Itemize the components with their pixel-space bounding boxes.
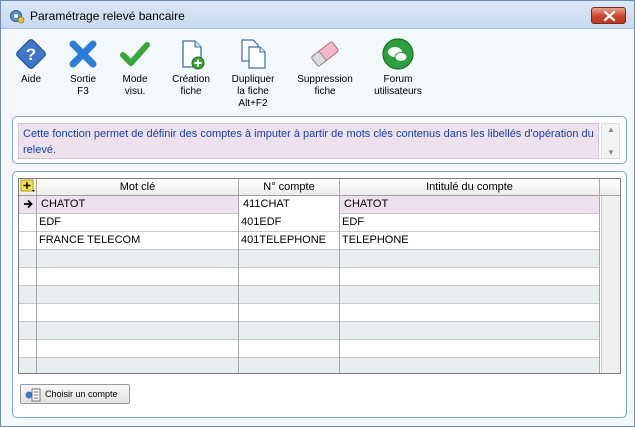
empty-row[interactable]: [19, 358, 600, 373]
account-label-cell[interactable]: TELEPHONE: [340, 232, 600, 250]
scroll-up-icon[interactable]: ▲: [607, 125, 615, 134]
view-mode-button[interactable]: Mode visu.: [113, 37, 157, 98]
info-scrollbar[interactable]: ▲ ▼: [601, 123, 620, 159]
gear-icon: [10, 10, 25, 24]
eraser-icon: [311, 41, 339, 67]
close-button[interactable]: [591, 7, 626, 24]
add-row-button[interactable]: [19, 179, 37, 196]
add-row-icon: [20, 179, 35, 192]
table-row[interactable]: EDF 401EDF EDF: [19, 214, 600, 232]
delete-record-button[interactable]: Suppression fiche: [293, 37, 357, 98]
account-label-cell[interactable]: CHATOT: [340, 196, 600, 214]
forum-label: Forum utilisateurs: [374, 74, 422, 97]
exit-button[interactable]: Sortie F3: [61, 37, 105, 98]
exit-label: Sortie F3: [69, 74, 97, 97]
keyword-table[interactable]: Mot clé N° compte Intitulé du compte CHA…: [18, 178, 621, 374]
choose-account-button[interactable]: Choisir un compte: [20, 384, 130, 404]
forum-button[interactable]: Forum utilisateurs: [367, 37, 429, 98]
empty-row[interactable]: [19, 322, 600, 340]
close-icon: [603, 10, 616, 22]
row-indicator: [19, 214, 37, 232]
svg-text:?: ?: [26, 45, 36, 64]
column-header-account[interactable]: N° compte: [239, 179, 340, 196]
duplicate-record-button[interactable]: Dupliquer la fiche Alt+F2: [225, 37, 281, 110]
account-label-cell[interactable]: EDF: [340, 214, 600, 232]
main-window: Paramétrage relevé bancaire ? Aide Sorti…: [0, 0, 635, 427]
help-button[interactable]: ? Aide: [9, 37, 53, 86]
checkmark-icon: [120, 42, 150, 66]
choose-account-label: Choisir un compte: [45, 389, 118, 399]
account-cell[interactable]: 411CHAT: [239, 196, 340, 214]
keyword-cell[interactable]: CHATOT: [37, 196, 239, 214]
account-cell[interactable]: 401EDF: [239, 214, 340, 232]
table-header: Mot clé N° compte Intitulé du compte: [19, 179, 620, 196]
info-text: Cette fonction permet de définir des com…: [18, 123, 599, 159]
keyword-cell[interactable]: FRANCE TELECOM: [37, 232, 239, 250]
view-mode-label: Mode visu.: [122, 74, 148, 97]
new-document-icon: [182, 40, 205, 70]
delete-record-label: Suppression fiche: [297, 74, 353, 97]
empty-row[interactable]: [19, 304, 600, 322]
empty-row[interactable]: [19, 250, 600, 268]
toolbar: ? Aide Sortie F3 Mode visu. Création fic…: [1, 31, 634, 115]
grid-panel: Mot clé N° compte Intitulé du compte CHA…: [12, 171, 627, 418]
arrow-right-icon: [24, 199, 33, 209]
row-indicator: [19, 196, 37, 214]
column-header-account-label[interactable]: Intitulé du compte: [340, 179, 600, 196]
account-cell[interactable]: 401TELEPHONE: [239, 232, 340, 250]
duplicate-icon: [241, 39, 266, 69]
scroll-down-icon[interactable]: ▼: [607, 148, 615, 157]
help-icon: ?: [16, 39, 46, 69]
create-record-button[interactable]: Création fiche: [167, 37, 215, 98]
table-row[interactable]: CHATOT 411CHAT CHATOT: [19, 196, 600, 214]
empty-row[interactable]: [19, 268, 600, 286]
empty-row[interactable]: [19, 340, 600, 358]
forum-icon: [382, 38, 414, 70]
info-panel: Cette fonction permet de définir des com…: [12, 116, 627, 164]
empty-row[interactable]: [19, 286, 600, 304]
keyword-cell[interactable]: EDF: [37, 214, 239, 232]
window-title: Paramétrage relevé bancaire: [30, 9, 185, 23]
exit-icon: [69, 40, 97, 68]
table-row[interactable]: FRANCE TELECOM 401TELEPHONE TELEPHONE: [19, 232, 600, 250]
account-list-icon: [25, 388, 41, 402]
row-indicator: [19, 232, 37, 250]
title-bar[interactable]: Paramétrage relevé bancaire: [1, 1, 634, 29]
help-label: Aide: [20, 74, 41, 85]
table-scrollbar[interactable]: [601, 196, 620, 373]
column-header-keyword[interactable]: Mot clé: [37, 179, 239, 196]
create-record-label: Création fiche: [172, 74, 210, 97]
duplicate-record-label: Dupliquer la fiche Alt+F2: [231, 74, 275, 109]
